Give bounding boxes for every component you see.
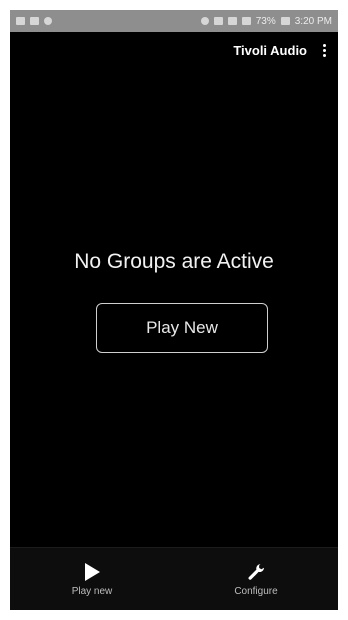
more-vertical-icon[interactable]: [321, 40, 328, 61]
signal-icon: [241, 17, 251, 25]
no-groups-message: No Groups are Active: [74, 250, 274, 273]
app-header: Tivoli Audio: [10, 32, 338, 68]
nav-play-new[interactable]: Play new: [10, 548, 174, 610]
status-time: 3:20 PM: [294, 15, 332, 27]
nav-configure[interactable]: Configure: [174, 548, 338, 610]
status-right-icons: 73% 3:20 PM: [200, 15, 332, 27]
app-screen: 73% 3:20 PM Tivoli Audio No Groups are A…: [10, 10, 338, 610]
status-bar: 73% 3:20 PM: [10, 10, 338, 32]
play-new-button[interactable]: Play New: [96, 303, 268, 353]
nav-play-new-label: Play new: [71, 585, 113, 597]
bluetooth-icon: [200, 17, 209, 25]
sync-icon: [44, 17, 52, 25]
notification-icon: [16, 17, 25, 25]
battery-percentage: 73%: [255, 15, 276, 27]
play-icon: [85, 562, 100, 581]
wrench-icon: [248, 563, 264, 580]
image-notification-icon: [30, 17, 39, 25]
nav-configure-label: Configure: [234, 585, 278, 597]
bottom-nav: Play new Configure: [10, 547, 338, 610]
wifi-icon: [227, 17, 237, 25]
status-left-icons: [16, 17, 52, 25]
app-title: Tivoli Audio: [233, 42, 307, 58]
nfc-icon: [213, 17, 223, 25]
battery-icon: [280, 17, 290, 25]
